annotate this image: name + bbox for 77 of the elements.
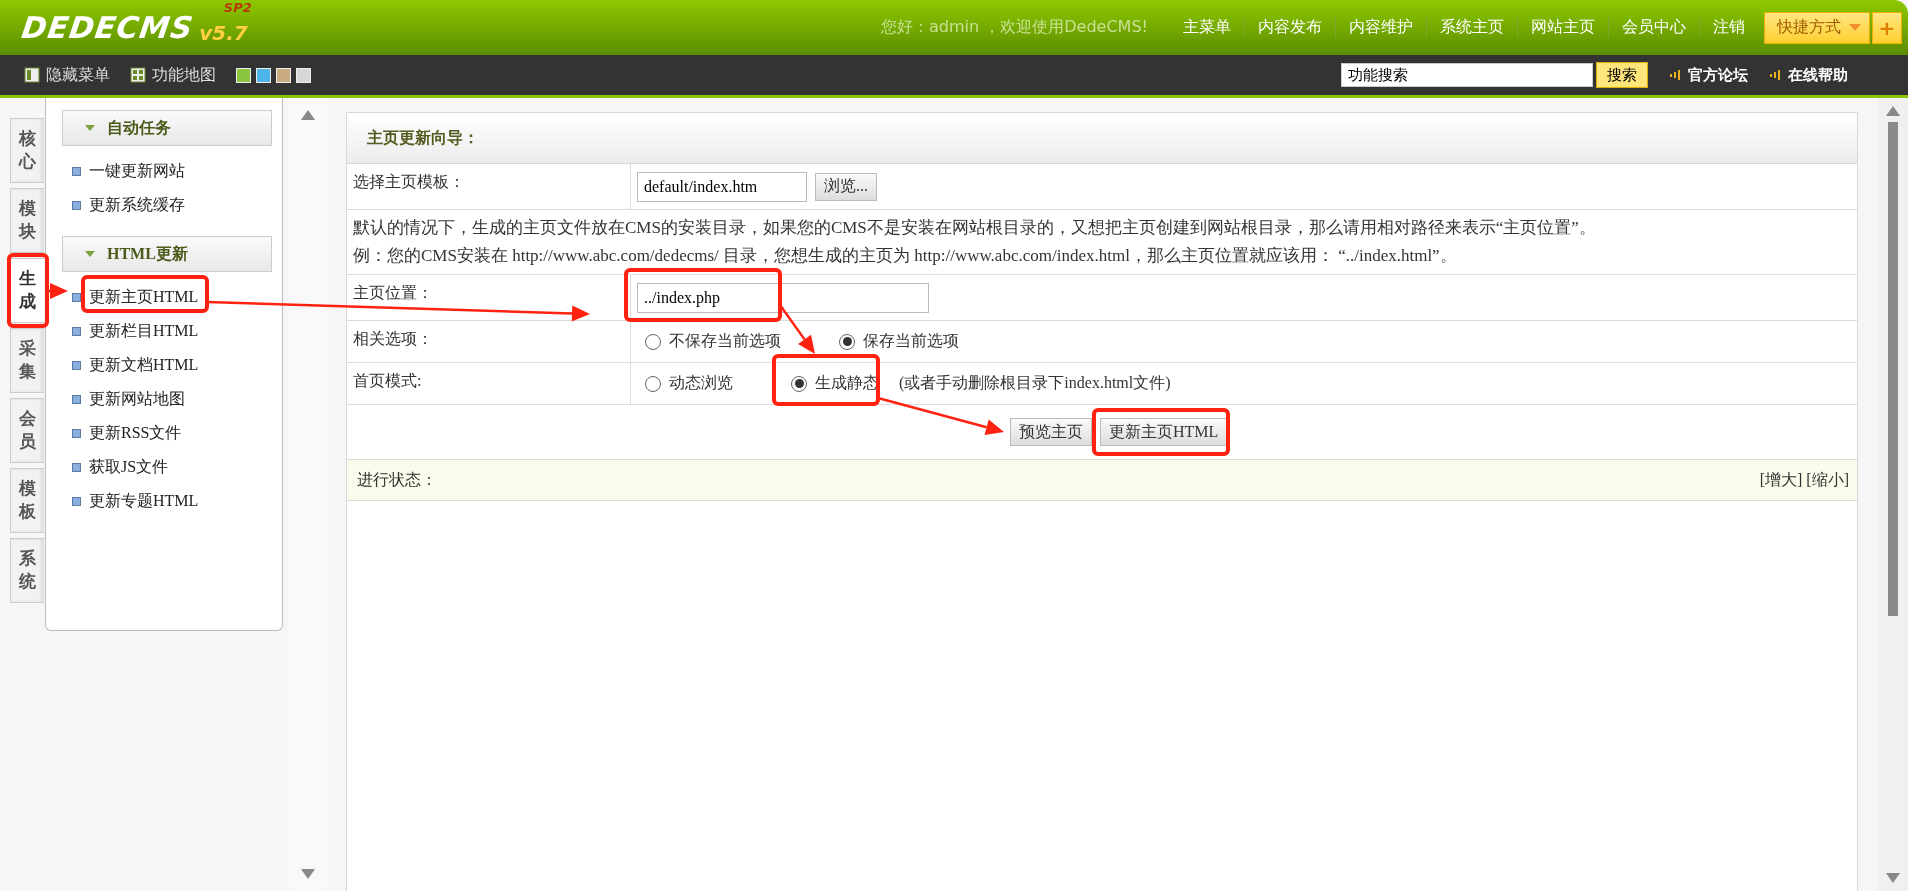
scrollbar-thumb[interactable]	[1888, 122, 1898, 616]
side-tab[interactable]: 生成	[10, 258, 44, 323]
skin-swatch[interactable]	[276, 67, 291, 83]
bullet-icon	[72, 326, 81, 336]
scroll-down-icon[interactable]	[301, 869, 315, 879]
hint-text: (或者手动删除根目录下index.html文件)	[899, 373, 1171, 394]
bullet-icon	[72, 360, 81, 370]
grid-icon	[130, 67, 146, 83]
radio-button[interactable]	[645, 333, 661, 350]
function-map-link[interactable]: 功能地图	[130, 64, 216, 86]
group-header[interactable]: HTML更新	[62, 236, 272, 272]
edition-label: SP2	[223, 0, 252, 15]
help-text: 例：您的CMS安装在 http://www.abc.com/dedecms/ 目录，您想生成的主页为 http://www.abc.com/index.html，那么主页位置就应该用： “../index.html”。	[353, 245, 1458, 267]
caret-icon	[85, 125, 95, 131]
annotation-arrow	[49, 283, 68, 299]
annotation-arrow	[779, 304, 815, 354]
signal-icon	[1770, 70, 1780, 80]
browse-button[interactable]: 浏览...	[815, 172, 877, 201]
bullet-icon	[72, 200, 81, 210]
field-label: 选择主页模板：	[347, 164, 631, 209]
panel-icon	[24, 67, 40, 83]
side-tab[interactable]: 会员	[10, 398, 44, 463]
bullet-icon	[72, 292, 81, 302]
scroll-up-icon[interactable]	[1886, 106, 1900, 116]
help-text: 默认的情况下，生成的主页文件放在CMS的安装目录，如果您的CMS不是安装在网站根目录的，又想把主页创建到网站根目录，那么请用相对路径来表示“主页位置”。	[353, 217, 1597, 239]
sidebar-item[interactable]: 更新网站地图	[72, 382, 272, 416]
search-button[interactable]: 搜索	[1596, 62, 1648, 88]
bullet-icon	[72, 428, 81, 438]
sidebar-item[interactable]: 更新文档HTML	[72, 348, 272, 382]
status-label: 进行状态：	[357, 469, 437, 490]
radio-button[interactable]	[645, 375, 661, 392]
greeting-text: 您好：admin ，欢迎使用DedeCMS!	[881, 17, 1148, 38]
help-link[interactable]: 官方论坛	[1670, 65, 1748, 85]
sidebar-item[interactable]: 获取JS文件	[72, 450, 272, 484]
sidebar-item[interactable]: 更新RSS文件	[72, 416, 272, 450]
resize-link[interactable]: [缩小]	[1806, 469, 1849, 491]
version-label: v5.7	[199, 21, 248, 45]
skin-swatch[interactable]	[236, 67, 251, 83]
search-field[interactable]: 功能搜索	[1341, 63, 1593, 87]
scroll-down-icon[interactable]	[1886, 873, 1900, 883]
radio-label: 不保存当前选项	[669, 331, 781, 351]
sidebar-item[interactable]: 一键更新网站	[72, 154, 272, 188]
hide-menu-link[interactable]: 隐藏菜单	[24, 64, 110, 86]
bullet-icon	[72, 394, 81, 404]
preview-button[interactable]: 预览主页	[1010, 418, 1092, 446]
sidebar-item[interactable]: 更新栏目HTML	[72, 314, 272, 348]
update-button[interactable]: 更新主页HTML	[1100, 418, 1228, 446]
radio-label: 保存当前选项	[863, 331, 959, 351]
sidebar-item[interactable]: 更新主页HTML	[72, 280, 272, 314]
radio-button[interactable]	[791, 375, 807, 392]
field-label: 首页模式:	[347, 363, 631, 404]
radio-label: 动态浏览	[669, 373, 733, 393]
side-tab[interactable]: 模板	[10, 468, 44, 533]
logo-text: DEDECMS	[19, 10, 196, 45]
shortcut-dropdown[interactable]: 快捷方式	[1764, 11, 1870, 44]
caret-icon	[1849, 24, 1861, 31]
bullet-icon	[72, 496, 81, 506]
skin-swatch[interactable]	[296, 67, 311, 83]
side-tab[interactable]: 系统	[10, 538, 44, 603]
signal-icon	[1670, 70, 1680, 80]
bullet-icon	[72, 166, 81, 176]
field-label: 相关选项：	[347, 321, 631, 362]
template-field[interactable]: default/index.htm	[637, 171, 807, 202]
sidebar-item[interactable]: 更新专题HTML	[72, 484, 272, 518]
skin-swatch[interactable]	[256, 67, 271, 83]
side-tab[interactable]: 模块	[10, 188, 44, 253]
group-header[interactable]: 自动任务	[62, 110, 272, 146]
location-field[interactable]: ../index.php	[637, 282, 929, 313]
side-tab[interactable]: 采集	[10, 328, 44, 393]
sidebar-item[interactable]: 更新系统缓存	[72, 188, 272, 222]
help-link[interactable]: 在线帮助	[1770, 65, 1848, 85]
caret-icon	[85, 251, 95, 257]
radio-button[interactable]	[839, 333, 855, 350]
scroll-up-icon[interactable]	[301, 110, 315, 120]
bullet-icon	[72, 462, 81, 472]
side-tab[interactable]: 核心	[10, 118, 44, 183]
resize-link[interactable]: [增大]	[1759, 469, 1803, 491]
